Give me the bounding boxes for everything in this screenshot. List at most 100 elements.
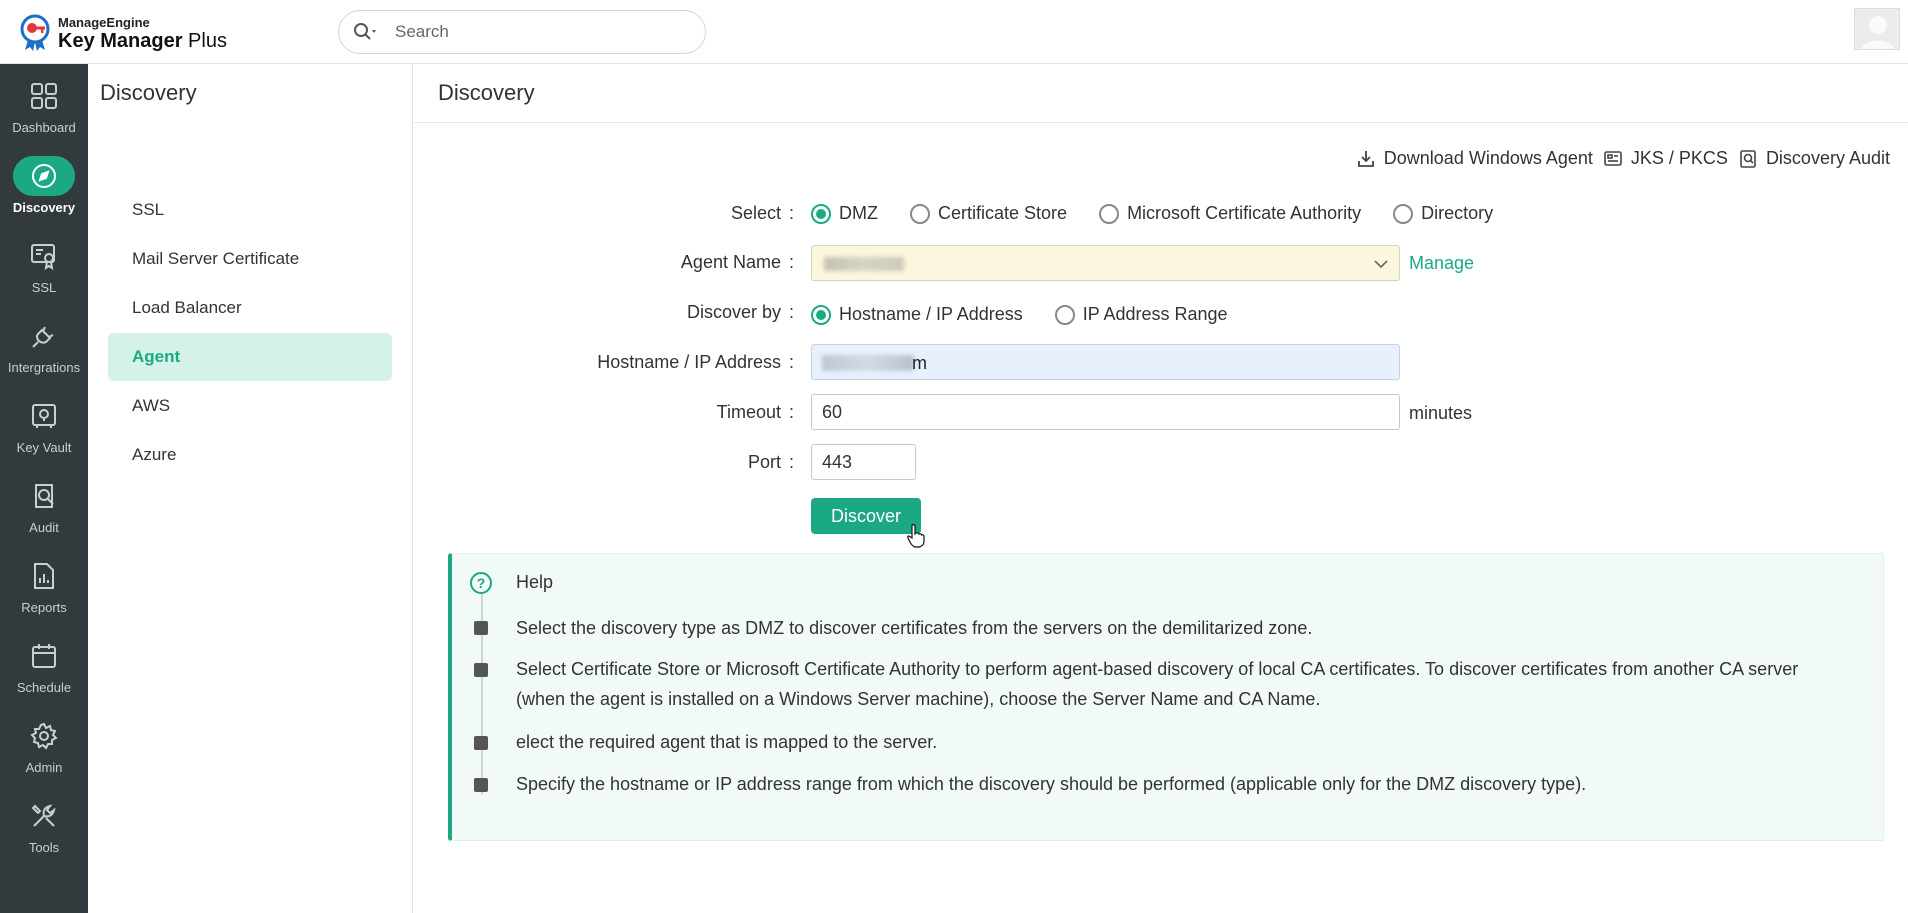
nav-label: Dashboard [12, 120, 76, 135]
redacted-agent-name [824, 257, 904, 271]
page-title: Discovery [438, 80, 535, 105]
main-content: Discovery Download Windows Agent JKS / P… [414, 64, 1908, 913]
discovery-subnav: Discovery SSL Mail Server Certificate Lo… [88, 64, 413, 913]
port-input[interactable] [811, 444, 916, 480]
hostname-visible-text: m [912, 353, 927, 373]
subnav-item-ssl[interactable]: SSL [108, 186, 392, 234]
radio-hostname-ip[interactable]: Hostname / IP Address [811, 304, 1023, 325]
hostname-input[interactable]: m [811, 344, 1400, 380]
nav-item-audit[interactable]: Audit [0, 464, 88, 544]
help-bullet-icon [474, 778, 488, 792]
discovery-type-radio-group: DMZ Certificate Store Microsoft Certific… [811, 203, 1525, 224]
help-question-icon: ? [470, 572, 492, 594]
radio-microsoft-ca[interactable]: Microsoft Certificate Authority [1099, 203, 1361, 224]
download-link-label: Download Windows Agent [1383, 148, 1593, 168]
discover-by-label: Discover by: [686, 302, 794, 322]
nav-label: Audit [29, 520, 59, 535]
title-divider [414, 122, 1908, 123]
nav-item-tools[interactable]: Tools [0, 784, 88, 864]
radio-circle [811, 304, 831, 325]
help-item: Specify the hostname or IP address range… [516, 774, 1587, 794]
nav-item-ssl[interactable]: SSL [0, 224, 88, 304]
calendar-icon [0, 638, 88, 674]
help-panel: ? Help Select the discovery type as DMZ … [448, 553, 1884, 841]
nav-item-integrations[interactable]: Intergrations [0, 304, 88, 384]
nav-label: Key Vault [16, 440, 72, 455]
redacted-hostname [822, 355, 914, 371]
reports-icon [0, 558, 88, 594]
jks-pkcs-link[interactable]: JKS / PKCS [1603, 148, 1728, 169]
nav-item-admin[interactable]: Admin [0, 704, 88, 784]
timeout-input[interactable] [811, 394, 1400, 430]
help-item: Select the discovery type as DMZ to disc… [516, 618, 1313, 638]
global-search[interactable] [338, 10, 706, 54]
nav-label: SSL [31, 280, 57, 295]
radio-circle [910, 203, 930, 224]
download-icon [1357, 150, 1374, 167]
compass-icon [13, 156, 75, 196]
subnav-item-load-balancer[interactable]: Load Balancer [108, 284, 392, 332]
agent-name-label: Agent Name: [680, 252, 794, 272]
nav-label: Schedule [16, 680, 72, 695]
subnav-item-mail-server-certificate[interactable]: Mail Server Certificate [108, 235, 392, 283]
timeout-label: Timeout: [716, 402, 794, 422]
nav-label: Tools [28, 840, 60, 855]
timeout-unit: minutes [1409, 403, 1473, 423]
nav-label: Discovery [12, 200, 76, 215]
chevron-down-icon [1374, 260, 1388, 269]
radio-directory[interactable]: Directory [1393, 203, 1493, 224]
manage-agents-link[interactable]: Manage [1409, 253, 1474, 274]
help-title: Help [516, 572, 554, 592]
radio-dmz[interactable]: DMZ [811, 203, 878, 224]
brand-name: ManageEngine [58, 14, 150, 30]
hostname-label: Hostname / IP Address: [597, 352, 794, 372]
agent-name-select[interactable] [811, 245, 1400, 281]
help-bullet-icon [474, 621, 488, 635]
nav-label: Intergrations [7, 360, 81, 375]
radio-certificate-store[interactable]: Certificate Store [910, 203, 1067, 224]
discover-button[interactable]: Discover [811, 498, 921, 534]
discovery-audit-link[interactable]: Discovery Audit [1738, 148, 1890, 169]
radio-circle [1054, 304, 1075, 325]
vault-icon [0, 398, 88, 434]
subnav-title: Discovery [100, 80, 197, 105]
help-bullet-icon [474, 736, 488, 750]
help-item: elect the required agent that is mapped … [516, 732, 938, 752]
nav-item-discovery[interactable]: Discovery [0, 144, 88, 224]
radio-ip-range[interactable]: IP Address Range [1054, 304, 1228, 325]
nav-item-schedule[interactable]: Schedule [0, 624, 88, 704]
plug-icon [0, 318, 88, 354]
user-avatar[interactable] [1854, 8, 1900, 50]
audit-link-label: Discovery Audit [1765, 148, 1890, 168]
tools-icon [0, 798, 88, 834]
dashboard-icon [0, 78, 88, 114]
product-name: Key Manager Plus [58, 29, 227, 52]
keystore-icon [1604, 150, 1622, 166]
search-icon[interactable] [353, 22, 383, 42]
subnav-item-agent[interactable]: Agent [108, 333, 392, 381]
help-item: Select Certificate Store or Microsoft Ce… [516, 659, 1799, 709]
hand-cursor-icon [907, 524, 925, 548]
subnav-item-aws[interactable]: AWS [108, 382, 392, 430]
app-logo[interactable]: ManageEngine Key Manager Plus [18, 14, 227, 52]
certificate-icon [0, 238, 88, 274]
nav-item-key-vault[interactable]: Key Vault [0, 384, 88, 464]
discover-by-radio-group: Hostname / IP Address IP Address Range [811, 304, 1260, 325]
top-header: ManageEngine Key Manager Plus [0, 0, 1908, 64]
gear-icon [0, 718, 88, 754]
subnav-item-azure[interactable]: Azure [108, 431, 392, 479]
toolbar-links: Download Windows Agent JKS / PKCS Discov… [1346, 148, 1890, 169]
select-label: Select: [730, 203, 794, 223]
radio-circle [811, 203, 831, 224]
download-windows-agent-link[interactable]: Download Windows Agent [1356, 148, 1593, 169]
nav-item-dashboard[interactable]: Dashboard [0, 64, 88, 144]
audit-log-icon [1740, 149, 1756, 168]
help-bullet-icon [474, 663, 488, 677]
radio-circle [1099, 203, 1120, 224]
nav-label: Reports [21, 600, 67, 615]
nav-item-reports[interactable]: Reports [0, 544, 88, 624]
jks-link-label: JKS / PKCS [1630, 148, 1728, 168]
nav-label: Admin [25, 760, 63, 775]
left-navigation: Dashboard Discovery SSL Intergrations Ke… [0, 64, 88, 913]
search-input[interactable] [395, 22, 695, 42]
